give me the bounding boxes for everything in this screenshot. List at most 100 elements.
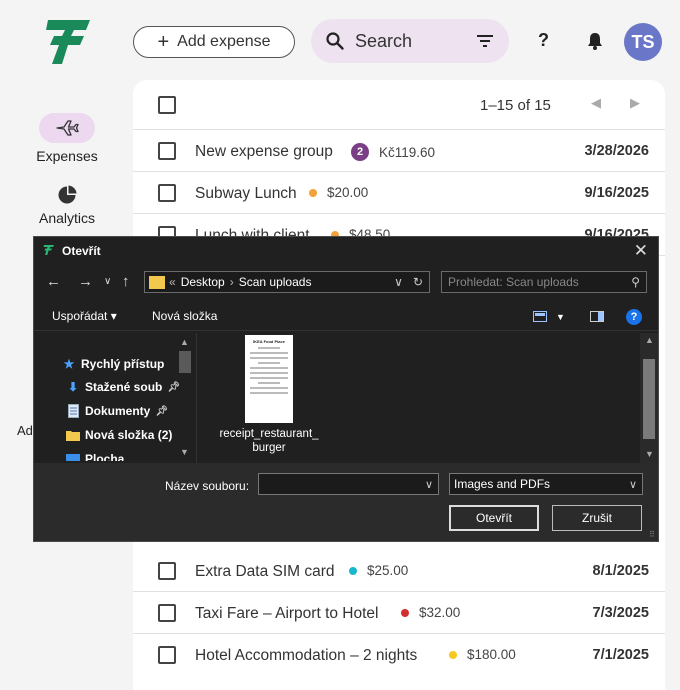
- tree-item-desktop[interactable]: Plocha: [66, 452, 124, 461]
- path-segment-scan-uploads[interactable]: Scan uploads: [239, 275, 312, 289]
- organize-button[interactable]: Uspořádat ▾: [52, 309, 117, 323]
- nav-item-analytics[interactable]: Analytics: [0, 184, 134, 226]
- file-type-select[interactable]: Images and PDFs ∨: [449, 473, 643, 495]
- address-bar[interactable]: « Desktop › Scan uploads ∨ ↻: [144, 271, 430, 293]
- open-file-dialog: Otevřít ✕ ← → ∨ ↑ « Desktop › Scan uploa…: [33, 236, 659, 542]
- category-dot: [449, 650, 457, 659]
- nav-item-expenses[interactable]: Expenses: [0, 113, 134, 164]
- dialog-search-input[interactable]: [448, 275, 618, 289]
- download-icon: ⬇: [67, 380, 79, 394]
- address-dropdown-icon[interactable]: ∨: [394, 275, 403, 289]
- chevron-down-icon[interactable]: ∨: [425, 478, 433, 491]
- expense-row[interactable]: Subway Lunch $20.00 9/16/2025: [133, 172, 665, 214]
- help-icon[interactable]: ?: [538, 30, 549, 51]
- select-all-checkbox[interactable]: [158, 96, 176, 114]
- scroll-thumb[interactable]: [179, 351, 191, 373]
- tree-item-documents[interactable]: Dokumenty 📌︎: [66, 404, 168, 418]
- expense-date: 8/1/2025: [592, 563, 649, 579]
- expense-row[interactable]: New expense group 2 Kč119.60 3/28/2026: [133, 130, 665, 172]
- nav-label-analytics: Analytics: [38, 210, 96, 226]
- expense-row[interactable]: Taxi Fare – Airport to Hotel $32.00 7/3/…: [133, 592, 665, 634]
- tree-item-label: Dokumenty: [85, 404, 151, 418]
- tree-item-new-folder-2[interactable]: Nová složka (2): [66, 428, 172, 442]
- filename-field[interactable]: ∨: [258, 473, 439, 495]
- forward-arrow-icon[interactable]: →: [78, 273, 93, 290]
- file-thumbnail: IKEA Food Place: [245, 335, 293, 423]
- expense-row[interactable]: Extra Data SIM card $25.00 8/1/2025: [133, 550, 665, 592]
- navigation-tree: ★ Rychlý přístup ⬇ Stažené soub 📌︎ Dokum…: [56, 337, 196, 461]
- scroll-down-icon[interactable]: ▼: [645, 449, 654, 459]
- row-checkbox[interactable]: [158, 604, 176, 622]
- add-expense-button[interactable]: + Add expense: [133, 26, 295, 58]
- expense-date: 7/3/2025: [592, 605, 649, 621]
- scroll-down-icon[interactable]: ▼: [180, 447, 189, 457]
- search-icon: [326, 32, 344, 50]
- prev-page-icon[interactable]: ◀: [591, 95, 601, 111]
- document-icon: [66, 404, 80, 418]
- scroll-up-icon[interactable]: ▲: [645, 335, 654, 345]
- dialog-titlebar[interactable]: Otevřít ✕: [34, 237, 658, 265]
- avatar[interactable]: TS: [624, 23, 662, 61]
- thumbnail-header: IKEA Food Place: [253, 339, 285, 344]
- plus-icon: +: [157, 31, 170, 53]
- expense-title: Extra Data SIM card: [195, 563, 335, 580]
- view-dropdown-icon[interactable]: ▼: [556, 312, 565, 322]
- scroll-thumb[interactable]: [643, 359, 655, 439]
- search-input[interactable]: [355, 30, 465, 52]
- folder-icon: [66, 428, 80, 442]
- open-button[interactable]: Otevřít: [449, 505, 539, 531]
- pie-chart-icon: [58, 185, 77, 204]
- tree-item-label: Stažené soub: [85, 380, 163, 394]
- file-pane: IKEA Food Place receipt_restaurant_burge…: [196, 333, 640, 463]
- view-mode-icon[interactable]: [533, 311, 547, 322]
- help-icon[interactable]: ?: [626, 309, 642, 325]
- row-checkbox[interactable]: [158, 184, 176, 202]
- add-expense-label: Add expense: [177, 33, 271, 50]
- row-checkbox[interactable]: [158, 142, 176, 160]
- row-checkbox[interactable]: [158, 562, 176, 580]
- expense-amount: $180.00: [467, 647, 516, 662]
- app-logo-icon: [43, 245, 54, 255]
- path-segment-desktop[interactable]: Desktop: [181, 275, 225, 289]
- filter-icon[interactable]: [475, 31, 495, 51]
- tree-scrollbar[interactable]: ▲ ▼: [177, 337, 193, 461]
- file-pane-scrollbar[interactable]: ▲ ▼: [640, 333, 658, 463]
- bell-icon[interactable]: [586, 31, 604, 51]
- dialog-footer: Název souboru: ∨ Images and PDFs ∨ Otevř…: [34, 463, 658, 541]
- expense-amount: $25.00: [367, 563, 409, 578]
- search-bar[interactable]: [311, 19, 509, 63]
- scroll-up-icon[interactable]: ▲: [180, 337, 189, 347]
- resize-grip-icon[interactable]: ⠿: [649, 530, 655, 539]
- dialog-title: Otevřít: [62, 244, 101, 258]
- expense-date: 9/16/2025: [584, 185, 649, 201]
- path-overflow: «: [169, 275, 176, 289]
- refresh-icon[interactable]: ↻: [413, 275, 423, 289]
- expense-date: 3/28/2026: [584, 143, 649, 159]
- row-checkbox[interactable]: [158, 646, 176, 664]
- filename-input[interactable]: [259, 477, 409, 491]
- close-icon[interactable]: ✕: [634, 241, 648, 261]
- tree-item-label: Nová složka (2): [85, 428, 173, 442]
- dialog-search[interactable]: ⚲: [441, 271, 647, 293]
- up-arrow-icon[interactable]: ↑: [122, 273, 130, 290]
- expense-meta: 2 Kč119.60: [351, 143, 435, 161]
- file-item[interactable]: IKEA Food Place receipt_restaurant_burge…: [217, 335, 321, 455]
- expense-row[interactable]: Hotel Accommodation – 2 nights $180.00 7…: [133, 634, 665, 676]
- cancel-button[interactable]: Zrušit: [552, 505, 642, 531]
- file-type-value: Images and PDFs: [454, 477, 551, 491]
- expense-title: Taxi Fare – Airport to Hotel: [195, 605, 379, 622]
- category-dot: [349, 566, 357, 575]
- expense-amount: $20.00: [327, 185, 369, 200]
- plane-icon: [56, 120, 79, 136]
- recent-dropdown-icon[interactable]: ∨: [104, 276, 111, 287]
- tree-item-downloads[interactable]: ⬇ Stažené soub 📌︎: [66, 380, 180, 394]
- chevron-down-icon: ∨: [628, 479, 637, 491]
- tree-item-quick-access[interactable]: ★ Rychlý přístup: [62, 357, 165, 371]
- preview-pane-icon[interactable]: [590, 311, 604, 322]
- expense-amount: $32.00: [419, 605, 461, 620]
- new-folder-button[interactable]: Nová složka: [152, 309, 217, 323]
- back-arrow-icon[interactable]: ←: [46, 273, 61, 290]
- next-page-icon[interactable]: ▶: [630, 95, 640, 111]
- expense-title: Subway Lunch: [195, 185, 297, 202]
- app-logo-icon[interactable]: [40, 14, 96, 70]
